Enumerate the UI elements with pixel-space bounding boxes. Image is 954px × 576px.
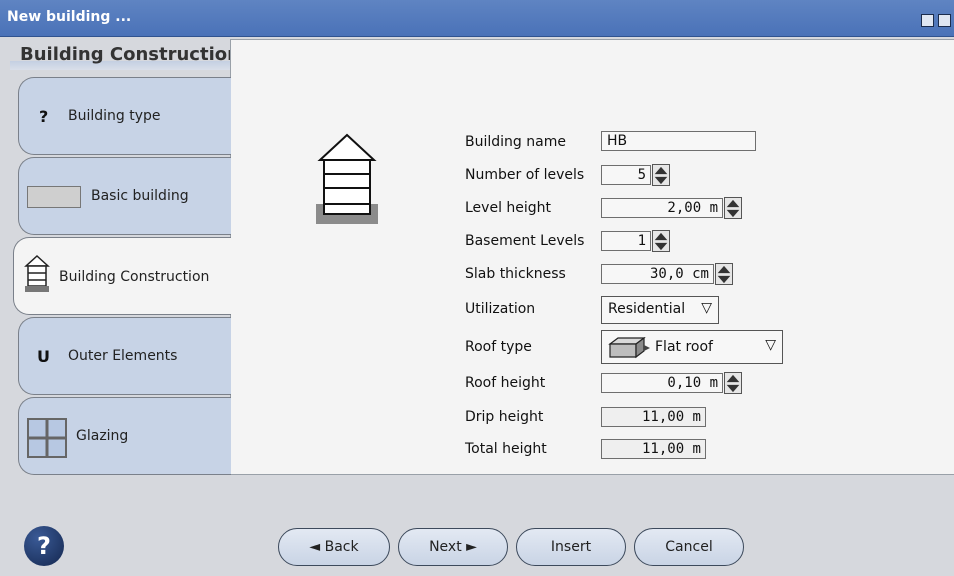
chevron-down-icon: ▽ <box>701 300 712 316</box>
roof-height-spinner[interactable] <box>724 372 742 394</box>
tab-outer-elements[interactable]: U Outer Elements <box>18 317 231 395</box>
content-panel <box>230 39 954 475</box>
level-height-input[interactable]: 2,00 m <box>601 198 723 218</box>
roof-type-select[interactable]: Flat roof ▽ <box>601 330 783 364</box>
tab-building-construction[interactable]: Building Construction <box>13 237 231 315</box>
levels-spinner[interactable] <box>652 164 670 186</box>
tab-label: Glazing <box>76 428 129 444</box>
back-button[interactable]: ◄ Back <box>278 528 390 566</box>
u-value-icon: U <box>37 347 50 366</box>
level-height-label: Level height <box>465 200 552 216</box>
drip-height-value: 11,00 m <box>601 407 706 427</box>
window-title: New building ... <box>7 9 132 25</box>
close-icon[interactable] <box>938 14 951 27</box>
levels-input[interactable]: 5 <box>601 165 651 185</box>
chevron-down-icon: ▽ <box>765 337 776 353</box>
slab-thickness-spinner[interactable] <box>715 263 733 285</box>
roof-type-value: Flat roof <box>655 339 713 355</box>
building-construction-illustration <box>316 133 378 224</box>
flat-roof-icon <box>608 337 650 359</box>
maximize-icon[interactable] <box>921 14 934 27</box>
utilization-label: Utilization <box>465 301 536 317</box>
total-height-label: Total height <box>465 441 547 457</box>
basement-levels-label: Basement Levels <box>465 233 585 249</box>
rectangle-icon <box>27 186 81 208</box>
slab-thickness-input[interactable]: 30,0 cm <box>601 264 714 284</box>
tab-basic-building[interactable]: Basic building <box>18 157 231 235</box>
page-title: Building Construction <box>20 44 240 65</box>
level-height-spinner[interactable] <box>724 197 742 219</box>
building-construction-icon <box>24 254 50 292</box>
total-height-value: 11,00 m <box>601 439 706 459</box>
question-icon: ? <box>39 107 49 126</box>
building-name-input[interactable]: HB <box>601 131 756 151</box>
tab-glazing[interactable]: Glazing <box>18 397 231 475</box>
insert-button[interactable]: Insert <box>516 528 626 566</box>
utilization-select[interactable]: Residential ▽ <box>601 296 719 324</box>
utilization-value: Residential <box>608 301 686 317</box>
building-name-label: Building name <box>465 134 566 150</box>
roof-type-label: Roof type <box>465 339 532 355</box>
levels-label: Number of levels <box>465 167 585 183</box>
help-icon[interactable]: ? <box>24 526 64 566</box>
drip-height-label: Drip height <box>465 409 544 425</box>
slab-thickness-label: Slab thickness <box>465 266 566 282</box>
window-icon <box>27 418 67 458</box>
roof-height-label: Roof height <box>465 375 546 391</box>
basement-levels-spinner[interactable] <box>652 230 670 252</box>
basement-levels-input[interactable]: 1 <box>601 231 651 251</box>
tab-label: Building Construction <box>59 269 210 285</box>
cancel-button[interactable]: Cancel <box>634 528 744 566</box>
tab-label: Building type <box>68 108 161 124</box>
tab-building-type[interactable]: ? Building type <box>18 77 231 155</box>
next-button[interactable]: Next ► <box>398 528 508 566</box>
title-bar: New building ... <box>0 0 954 37</box>
tab-label: Basic building <box>91 188 189 204</box>
tab-label: Outer Elements <box>68 348 178 364</box>
roof-height-input[interactable]: 0,10 m <box>601 373 723 393</box>
